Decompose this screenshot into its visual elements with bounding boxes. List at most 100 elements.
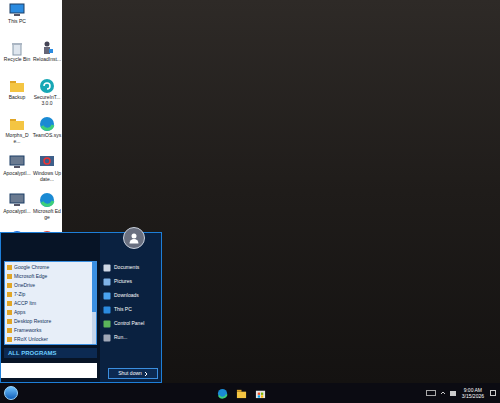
icon-row: This PC (2, 2, 62, 40)
screen: This PCRecycle BinReloadInst...BackupSec… (0, 0, 500, 403)
program-list: Google ChromeMicrosoft EdgeOneDrive7-Zip… (4, 261, 97, 345)
desktop-icon[interactable]: TeamOS.sys (32, 116, 62, 154)
folder-icon (9, 78, 25, 94)
program-item[interactable]: OneDrive (7, 281, 90, 290)
update-icon (39, 154, 55, 170)
desktop-icon-label: Morphs_De... (3, 132, 32, 144)
documents-icon (103, 264, 111, 272)
program-item[interactable]: Desktop Restore (7, 317, 90, 326)
desktop-icon[interactable]: Morphs_De... (2, 116, 32, 154)
program-item[interactable]: Apps (7, 308, 90, 317)
pinned-apps (18, 388, 426, 399)
desktop-icon-label: Backup (3, 94, 32, 100)
desktop-icon[interactable]: Microsoft Edge (32, 192, 62, 230)
program-icon (7, 274, 12, 279)
icon-row: BackupSecureInT... 3.0.0 (2, 78, 62, 116)
place-item[interactable]: Run... (100, 331, 158, 344)
place-item[interactable]: Downloads (100, 289, 158, 302)
desktop-icon-label: Windows Update... (33, 170, 62, 182)
program-item[interactable]: ACCP Itm (7, 299, 90, 308)
window-icon (9, 154, 25, 170)
place-item[interactable]: This PC (100, 303, 158, 316)
clock-date: 3/15/2026 (462, 393, 484, 399)
edge-icon (39, 116, 55, 132)
shield-app-icon (39, 78, 55, 94)
program-icon (7, 265, 12, 270)
desktop-icon-label: TeamOS.sys (33, 132, 62, 138)
taskbar-app[interactable] (217, 388, 228, 399)
program-icon (7, 328, 12, 333)
taskbar-app[interactable] (255, 388, 266, 399)
chevron-up-icon[interactable] (440, 390, 446, 396)
store-icon[interactable] (255, 388, 266, 399)
start-menu: Google ChromeMicrosoft EdgeOneDrive7-Zip… (0, 232, 162, 383)
desktop-icon-label: Microsoft Edge (33, 208, 62, 220)
search-box[interactable] (1, 363, 97, 378)
program-icon (7, 319, 12, 324)
edge-icon[interactable] (217, 388, 228, 399)
computer-icon (9, 2, 25, 18)
taskbar: 9:00 AM3/15/2026 (0, 383, 500, 403)
desktop-icon-label: SecureInT... 3.0.0 (33, 94, 62, 106)
place-item[interactable]: Documents (100, 261, 158, 274)
clock[interactable]: 9:00 AM3/15/2026 (460, 387, 486, 399)
program-item[interactable]: 7-Zip (7, 290, 90, 299)
downloads-icon (103, 292, 111, 300)
desktop-icon-label: This PC (3, 18, 32, 24)
arrow-right-icon (144, 372, 148, 376)
pictures-icon (103, 278, 111, 286)
program-item[interactable]: Google Chrome (7, 263, 90, 272)
scrollbar-thumb[interactable] (92, 262, 96, 312)
keyboard-icon[interactable] (426, 390, 436, 396)
program-icon (7, 292, 12, 297)
desktop-icon-label: ApocalyptI... (3, 208, 32, 214)
program-item[interactable]: Microsoft Edge (7, 272, 90, 281)
explorer-icon[interactable] (236, 388, 247, 399)
program-icon (7, 337, 12, 342)
icon-row: Morphs_De...TeamOS.sys (2, 116, 62, 154)
place-item[interactable]: Control Panel (100, 317, 158, 330)
taskbar-app[interactable] (236, 388, 247, 399)
desktop-icon-label: ReloadInst... (33, 56, 62, 62)
user-avatar[interactable] (123, 227, 145, 249)
all-programs[interactable]: ALL PROGRAMS (4, 348, 97, 358)
start-right: DocumentsPicturesDownloadsThis PCControl… (100, 233, 161, 382)
tool-icon (39, 40, 55, 56)
network-icon[interactable] (450, 391, 456, 396)
pc-icon (103, 306, 111, 314)
control-icon (103, 320, 111, 328)
folder-icon (9, 116, 25, 132)
program-item[interactable]: Frameworks (7, 326, 90, 335)
desktop-icon[interactable]: This PC (2, 2, 32, 40)
program-items: Google ChromeMicrosoft EdgeOneDrive7-Zip… (5, 262, 92, 344)
clock-time: 9:00 AM (464, 387, 482, 393)
icon-row: ApocalyptI...Microsoft Edge (2, 192, 62, 230)
window-icon (9, 192, 25, 208)
place-item[interactable]: Pictures (100, 275, 158, 288)
desktop-icon[interactable]: Backup (2, 78, 32, 116)
desktop-icon[interactable]: SecureInT... 3.0.0 (32, 78, 62, 116)
program-icon (7, 301, 12, 306)
start-left: Google ChromeMicrosoft EdgeOneDrive7-Zip… (1, 233, 100, 382)
program-icon (7, 283, 12, 288)
edge-icon (39, 192, 55, 208)
program-icon (7, 310, 12, 315)
notification-icon[interactable] (490, 390, 496, 396)
icon-row: Recycle BinReloadInst... (2, 40, 62, 78)
scrollbar[interactable] (92, 262, 96, 344)
desktop-icon[interactable]: ApocalyptI... (2, 192, 32, 230)
icon-row: ApocalyptI...Windows Update... (2, 154, 62, 192)
desktop-icon[interactable]: Windows Update... (32, 154, 62, 192)
program-item[interactable]: FRoX Unlocker (7, 335, 90, 344)
desktop-icon[interactable]: ApocalyptI... (2, 154, 32, 192)
desktop-icon[interactable]: Recycle Bin (2, 40, 32, 78)
run-icon (103, 334, 111, 342)
shutdown-button[interactable]: Shut down (108, 368, 158, 379)
user-icon (128, 232, 140, 244)
desktop-icon[interactable]: ReloadInst... (32, 40, 62, 78)
system-tray: 9:00 AM3/15/2026 (426, 387, 496, 399)
start-button[interactable] (4, 386, 18, 400)
recycle-bin-icon (9, 40, 25, 56)
desktop-icon-label: ApocalyptI... (3, 170, 32, 176)
desktop-icon-label: Recycle Bin (3, 56, 32, 62)
